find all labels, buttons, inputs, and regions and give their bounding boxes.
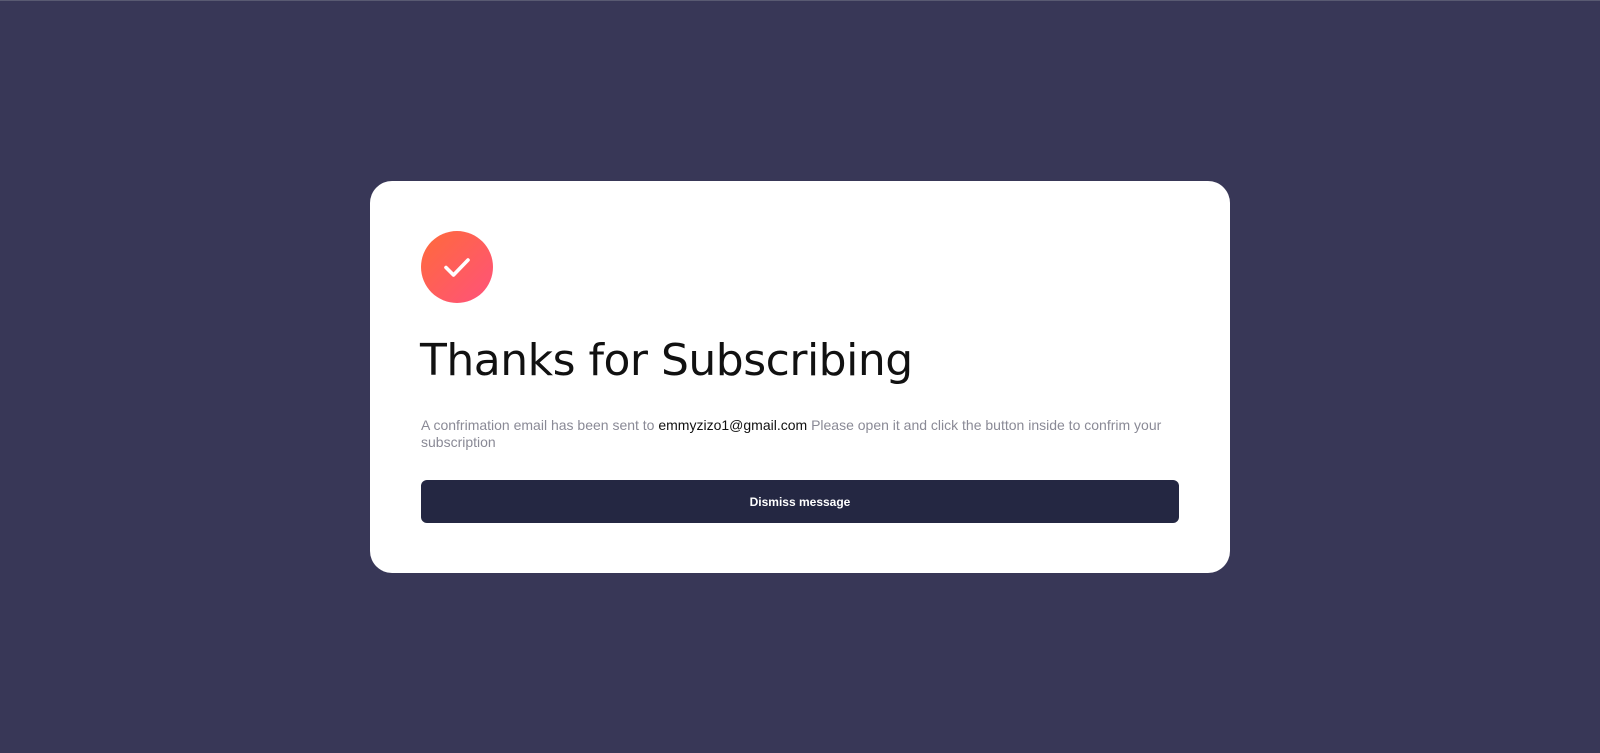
page-title: Thanks for Subscribing xyxy=(420,335,913,386)
confirmation-message: A confrimation email has been sent to em… xyxy=(421,417,1181,451)
checkmark-icon xyxy=(444,258,470,277)
success-card: Thanks for Subscribing A confrimation em… xyxy=(370,181,1230,573)
message-intro: A confrimation email has been sent to xyxy=(421,417,655,433)
email-address: emmyzizo1@gmail.com xyxy=(658,417,808,433)
success-badge xyxy=(421,231,493,303)
top-divider xyxy=(0,0,1600,1)
dismiss-button[interactable]: Dismiss message xyxy=(421,480,1179,523)
